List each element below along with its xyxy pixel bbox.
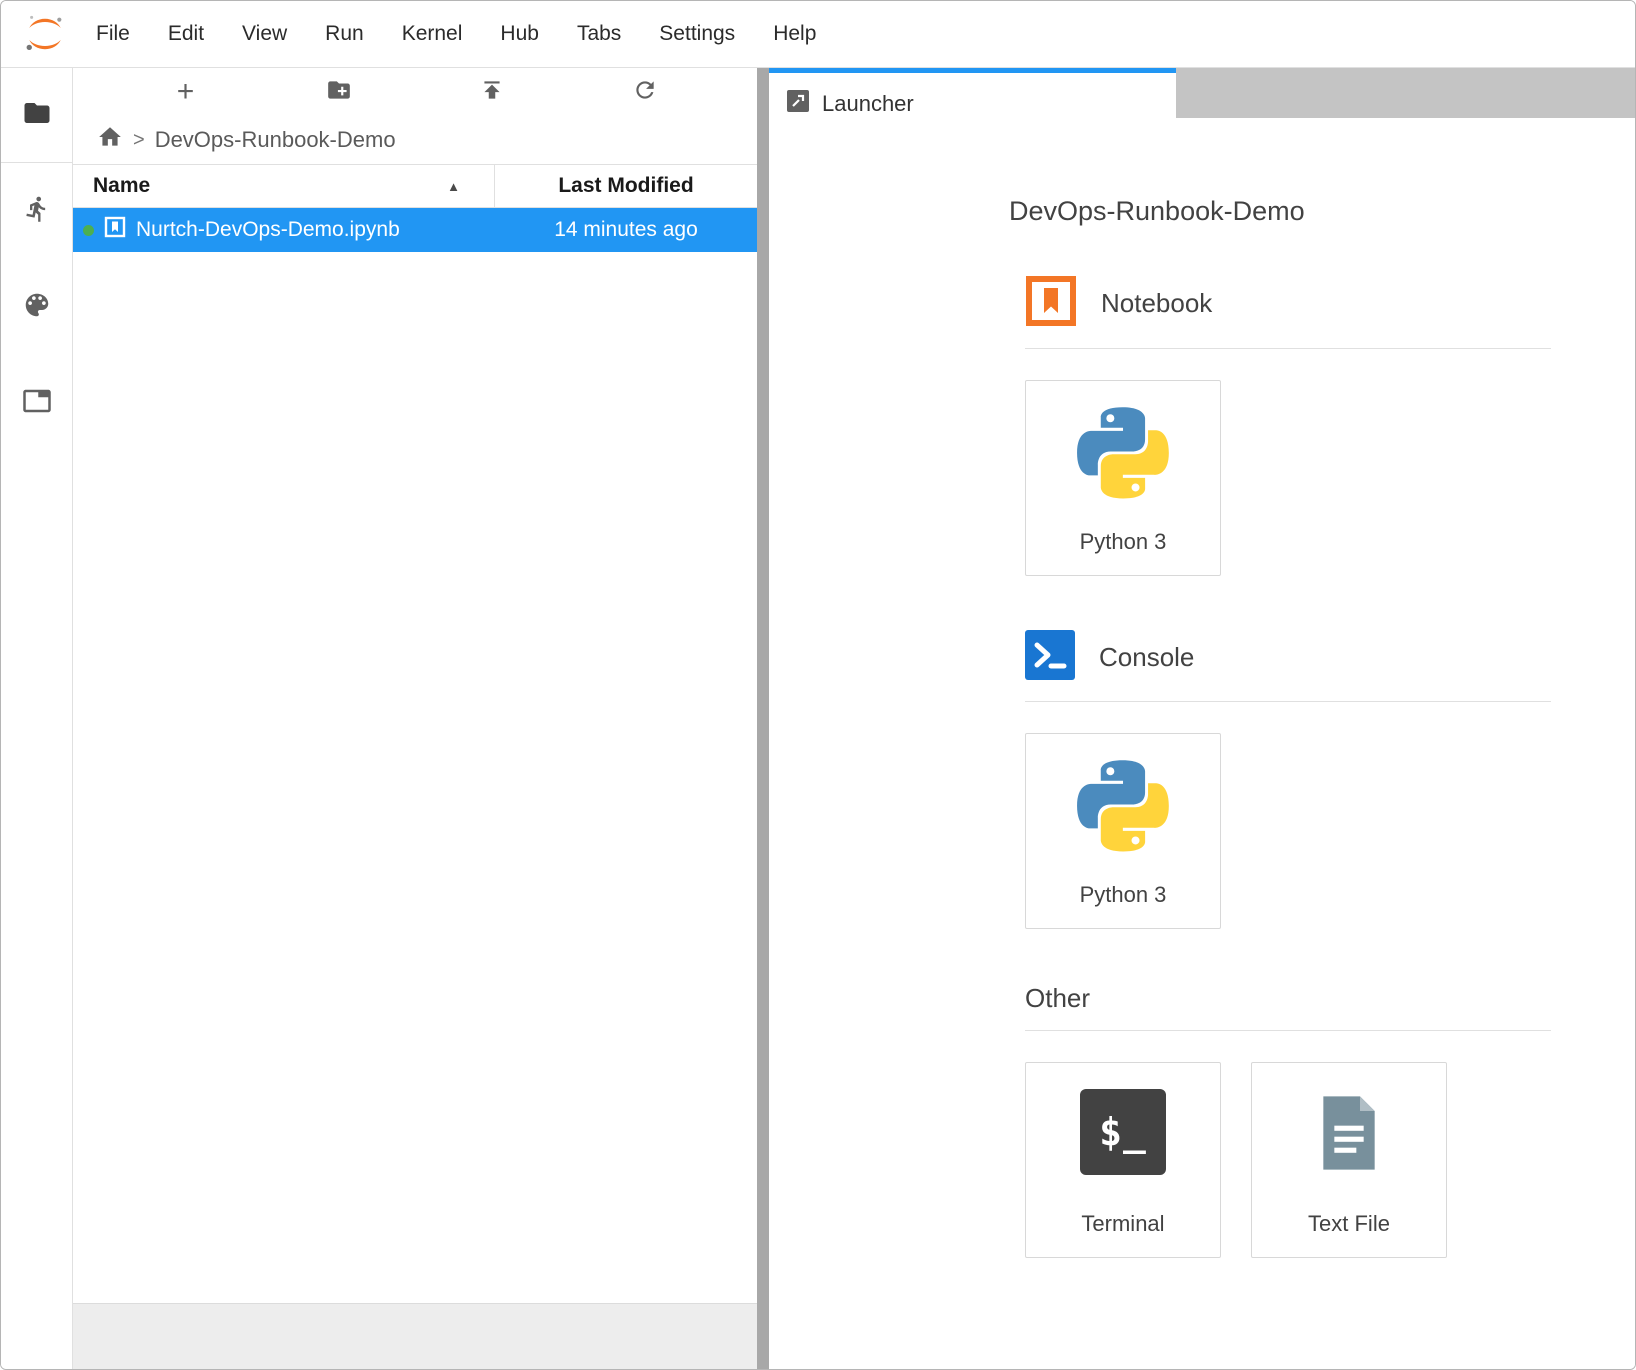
jupyter-logo-icon [13, 13, 77, 55]
kernel-running-indicator [83, 225, 94, 236]
jupyterlab-window: File Edit View Run Kernel Hub Tabs Setti… [0, 0, 1636, 1370]
file-browser-panel: + [73, 68, 757, 1369]
home-icon[interactable] [97, 124, 123, 156]
section-label-notebook: Notebook [1101, 288, 1212, 319]
sidebar-item-file-browser[interactable] [1, 68, 72, 163]
file-list-empty-area[interactable] [73, 252, 757, 1303]
launcher-section-notebook: Notebook Python 3 [1025, 275, 1551, 576]
menu-kernel[interactable]: Kernel [383, 22, 482, 46]
refresh-button[interactable] [625, 72, 665, 112]
text-file-icon [1305, 1089, 1393, 1182]
upload-button[interactable] [472, 72, 512, 112]
dock-tab-bar: Launcher [769, 68, 1635, 134]
card-label: Text File [1308, 1211, 1390, 1237]
new-launcher-button[interactable]: + [166, 72, 206, 112]
file-list-header: Name ▲ Last Modified [73, 164, 757, 208]
terminal-glyph: $_ [1099, 1110, 1147, 1154]
section-divider [1025, 1030, 1551, 1031]
launcher-card-terminal[interactable]: $_ Terminal [1025, 1062, 1221, 1258]
running-sessions-icon [23, 195, 51, 228]
menu-settings[interactable]: Settings [640, 22, 754, 46]
launcher-card-console-python3[interactable]: Python 3 [1025, 733, 1221, 929]
section-label-other: Other [1025, 983, 1090, 1014]
tab-launcher-label: Launcher [822, 91, 914, 117]
python-logo-icon [1077, 407, 1169, 504]
section-label-console: Console [1099, 642, 1194, 673]
notebook-icon [1025, 275, 1077, 332]
name-column-label: Name [93, 174, 150, 198]
file-row-selected[interactable]: Nurtch-DevOps-Demo.ipynb 14 minutes ago [73, 208, 757, 252]
sidebar-item-command-palette[interactable] [1, 259, 72, 355]
sidebar-activity-bar [1, 68, 73, 1369]
terminal-icon: $_ [1080, 1089, 1166, 1175]
python-logo-icon [1077, 760, 1169, 857]
launcher-icon [787, 90, 809, 118]
file-name: Nurtch-DevOps-Demo.ipynb [136, 218, 400, 242]
column-header-name[interactable]: Name ▲ [73, 165, 495, 207]
menu-tabs[interactable]: Tabs [558, 22, 640, 46]
new-folder-icon [326, 77, 352, 108]
tabs-icon [22, 386, 52, 421]
notebook-file-icon [103, 215, 127, 245]
menu-run[interactable]: Run [306, 22, 383, 46]
launcher-section-console: Console Python 3 [1025, 630, 1551, 929]
card-label: Python 3 [1080, 882, 1167, 908]
palette-icon [22, 290, 52, 325]
column-header-last-modified[interactable]: Last Modified [495, 165, 757, 207]
menu-bar: File Edit View Run Kernel Hub Tabs Setti… [1, 1, 1635, 68]
menu-view[interactable]: View [223, 22, 306, 46]
plus-icon: + [177, 77, 195, 107]
breadcrumb-separator: > [133, 129, 145, 152]
tab-launcher[interactable]: Launcher [769, 68, 1176, 134]
new-folder-button[interactable] [319, 72, 359, 112]
launcher-body: DevOps-Runbook-Demo Notebook [769, 134, 1635, 1369]
launcher-section-other: Other $_ Terminal [1025, 983, 1551, 1258]
section-divider [1025, 348, 1551, 349]
breadcrumb: > DevOps-Runbook-Demo [73, 116, 757, 164]
file-browser-footer [73, 1303, 757, 1369]
menu-edit[interactable]: Edit [149, 22, 223, 46]
card-label: Python 3 [1080, 529, 1167, 555]
folder-icon [22, 98, 52, 133]
launcher-card-notebook-python3[interactable]: Python 3 [1025, 380, 1221, 576]
file-browser-toolbar: + [73, 68, 757, 116]
section-divider [1025, 701, 1551, 702]
breadcrumb-path[interactable]: DevOps-Runbook-Demo [155, 127, 396, 153]
menu-help[interactable]: Help [754, 22, 835, 46]
menu-hub[interactable]: Hub [481, 22, 558, 46]
file-last-modified: 14 minutes ago [554, 218, 698, 242]
main-dock-panel: Launcher DevOps-Runbook-Demo Noteboo [769, 68, 1635, 1369]
card-label: Terminal [1081, 1211, 1164, 1237]
sidebar-item-running-sessions[interactable] [1, 163, 72, 259]
launcher-card-text-file[interactable]: Text File [1251, 1062, 1447, 1258]
sidebar-item-open-tabs[interactable] [1, 355, 72, 451]
refresh-icon [632, 77, 658, 108]
menu-file[interactable]: File [77, 22, 149, 46]
last-modified-column-label: Last Modified [558, 174, 693, 198]
console-icon [1025, 630, 1075, 685]
panel-splitter-handle[interactable] [757, 68, 769, 1369]
sort-ascending-icon: ▲ [447, 179, 494, 194]
upload-icon [479, 77, 505, 108]
launcher-cwd-title: DevOps-Runbook-Demo [1009, 196, 1551, 227]
